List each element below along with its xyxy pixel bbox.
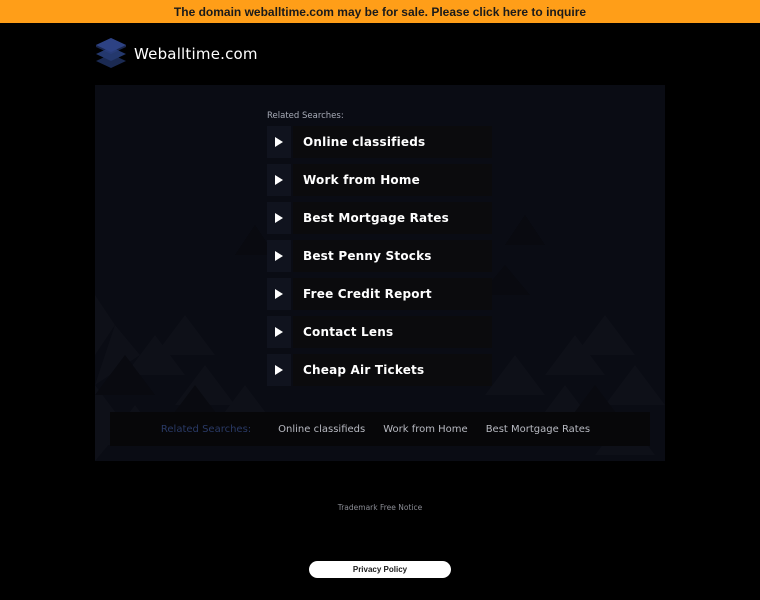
result-label[interactable]: Best Mortgage Rates [293, 202, 492, 234]
bottom-related-label: Related Searches: [160, 423, 252, 435]
bottom-link[interactable]: Online classifieds [278, 424, 365, 435]
logo-text: Weballtime.com [134, 45, 258, 63]
play-arrow-icon [267, 354, 291, 386]
result-item[interactable]: Best Mortgage Rates [267, 202, 492, 234]
privacy-policy-button[interactable]: Privacy Policy [309, 561, 451, 578]
domain-sale-banner[interactable]: The domain weballtime.com may be for sal… [0, 0, 760, 23]
result-label[interactable]: Work from Home [293, 164, 492, 196]
result-item[interactable]: Work from Home [267, 164, 492, 196]
banner-text[interactable]: The domain weballtime.com may be for sal… [174, 5, 586, 19]
play-arrow-icon [267, 126, 291, 158]
search-panel: Related Searches: Online classifieds Wor… [95, 85, 665, 461]
result-item[interactable]: Best Penny Stocks [267, 240, 492, 272]
result-item[interactable]: Free Credit Report [267, 278, 492, 310]
result-item[interactable]: Cheap Air Tickets [267, 354, 492, 386]
related-links-bar: Related Searches: Online classifieds Wor… [110, 412, 650, 446]
play-arrow-icon [267, 164, 291, 196]
result-item[interactable]: Contact Lens [267, 316, 492, 348]
results-list: Online classifieds Work from Home Best M… [267, 126, 492, 392]
privacy-policy-label[interactable]: Privacy Policy [353, 565, 407, 574]
stacked-layers-icon [96, 38, 126, 68]
bottom-link[interactable]: Best Mortgage Rates [486, 424, 590, 435]
play-arrow-icon [267, 202, 291, 234]
site-logo: Weballtime.com [95, 36, 258, 72]
result-label[interactable]: Best Penny Stocks [293, 240, 492, 272]
play-arrow-icon [267, 316, 291, 348]
related-searches-label: Related Searches: [267, 111, 344, 121]
result-label[interactable]: Online classifieds [293, 126, 492, 158]
play-arrow-icon [267, 278, 291, 310]
bottom-link[interactable]: Work from Home [383, 424, 467, 435]
play-arrow-icon [267, 240, 291, 272]
result-label[interactable]: Cheap Air Tickets [293, 354, 492, 386]
result-item[interactable]: Online classifieds [267, 126, 492, 158]
result-label[interactable]: Contact Lens [293, 316, 492, 348]
result-label[interactable]: Free Credit Report [293, 278, 492, 310]
trademark-notice-link[interactable]: Trademark Free Notice [0, 503, 760, 512]
